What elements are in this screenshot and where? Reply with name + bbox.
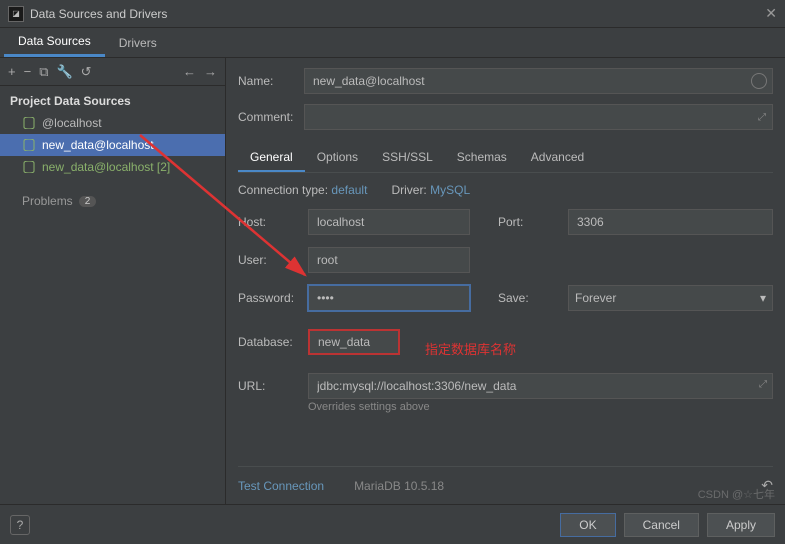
- left-toolbar: + − ⧉ 🔧 ↺ ← →: [0, 58, 225, 86]
- data-source-label: @localhost: [42, 116, 102, 130]
- test-connection-link[interactable]: Test Connection: [238, 479, 324, 493]
- data-source-item[interactable]: new_data@localhost: [0, 134, 225, 156]
- driver-link[interactable]: MySQL: [430, 183, 470, 197]
- save-select[interactable]: Forever ▾: [568, 285, 773, 311]
- footer-row-1: Test Connection MariaDB 10.5.18 ↶: [238, 466, 773, 504]
- expand-icon[interactable]: ⤢: [759, 379, 767, 390]
- chevron-down-icon: ▾: [760, 291, 766, 305]
- tab-drivers[interactable]: Drivers: [105, 28, 171, 57]
- remove-icon[interactable]: −: [24, 64, 32, 79]
- apply-button[interactable]: Apply: [707, 513, 775, 537]
- database-label: Database:: [238, 335, 308, 349]
- dialog-buttons: ? OK Cancel Apply: [0, 504, 785, 544]
- override-note: Overrides settings above: [308, 401, 773, 413]
- host-input[interactable]: [308, 209, 470, 235]
- password-input[interactable]: [308, 285, 470, 311]
- datasource-icon: [22, 117, 36, 129]
- window-title: Data Sources and Drivers: [30, 7, 765, 21]
- user-label: User:: [238, 253, 308, 267]
- driver-label: Driver:: [391, 183, 426, 197]
- cancel-button[interactable]: Cancel: [624, 513, 699, 537]
- wrench-icon[interactable]: 🔧: [56, 64, 72, 80]
- titlebar: ◪ Data Sources and Drivers ✕: [0, 0, 785, 28]
- tab-general[interactable]: General: [238, 144, 305, 172]
- connection-type-label: Connection type:: [238, 183, 328, 197]
- tab-options[interactable]: Options: [305, 144, 370, 172]
- forward-icon[interactable]: →: [204, 64, 217, 79]
- watermark: CSDN @☆七年: [698, 486, 775, 502]
- tab-schemas[interactable]: Schemas: [445, 144, 519, 172]
- datasource-icon: [22, 161, 36, 173]
- app-logo-icon: ◪: [8, 6, 24, 22]
- data-source-label: new_data@localhost: [42, 138, 154, 152]
- tab-advanced[interactable]: Advanced: [519, 144, 596, 172]
- database-input[interactable]: [308, 329, 400, 355]
- annotation-text: 指定数据库名称: [425, 339, 516, 358]
- tab-sshssl[interactable]: SSH/SSL: [370, 144, 445, 172]
- comment-input[interactable]: ⤢: [304, 104, 773, 130]
- user-input[interactable]: [308, 247, 470, 273]
- data-source-label: new_data@localhost [2]: [42, 160, 170, 174]
- add-icon[interactable]: +: [8, 64, 16, 79]
- inner-tabs: General Options SSH/SSL Schemas Advanced: [238, 144, 773, 173]
- expand-icon[interactable]: ⤢: [758, 112, 766, 123]
- help-button[interactable]: ?: [10, 515, 30, 535]
- name-input[interactable]: [304, 68, 773, 94]
- port-input[interactable]: [568, 209, 773, 235]
- reset-icon[interactable]: ↺: [81, 64, 92, 80]
- host-label: Host:: [238, 215, 308, 229]
- data-source-tree: @localhost new_data@localhost new_data@l…: [0, 112, 225, 178]
- color-picker-icon[interactable]: [751, 73, 767, 89]
- connection-type-link[interactable]: default: [331, 183, 367, 197]
- password-label: Password:: [238, 291, 308, 305]
- close-icon[interactable]: ✕: [765, 5, 777, 22]
- right-panel: Name: Comment: ⤢ General Options SSH/SSL…: [226, 58, 785, 504]
- port-label: Port:: [498, 215, 568, 229]
- url-label: URL:: [238, 379, 308, 393]
- save-label: Save:: [498, 291, 568, 305]
- main-tabs: Data Sources Drivers: [0, 28, 785, 58]
- driver-version: MariaDB 10.5.18: [354, 479, 444, 493]
- copy-icon[interactable]: ⧉: [39, 64, 48, 80]
- data-source-item[interactable]: new_data@localhost [2]: [0, 156, 225, 178]
- datasource-icon: [22, 139, 36, 151]
- project-data-sources-title: Project Data Sources: [0, 86, 225, 112]
- name-label: Name:: [238, 74, 304, 88]
- problems-count-badge: 2: [79, 196, 97, 207]
- left-panel: + − ⧉ 🔧 ↺ ← → Project Data Sources @loca…: [0, 58, 226, 504]
- save-value: Forever: [575, 291, 616, 305]
- problems-label: Problems: [22, 194, 73, 208]
- ok-button[interactable]: OK: [560, 513, 615, 537]
- tab-data-sources[interactable]: Data Sources: [4, 28, 105, 57]
- back-icon[interactable]: ←: [183, 64, 196, 79]
- problems-row[interactable]: Problems 2: [0, 178, 225, 212]
- data-source-item[interactable]: @localhost: [0, 112, 225, 134]
- url-input[interactable]: [308, 373, 773, 399]
- comment-label: Comment:: [238, 110, 304, 124]
- general-panel: Connection type: default Driver: MySQL H…: [226, 173, 785, 466]
